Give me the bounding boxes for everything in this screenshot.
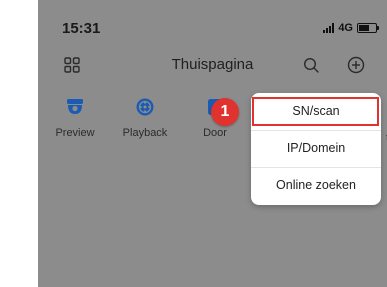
status-time: 15:31 <box>62 20 101 37</box>
page-title: Thuispagina <box>171 56 254 73</box>
status-bar: 15:31 4G <box>38 0 387 44</box>
top-nav-bar: Thuispagina <box>38 48 387 82</box>
quick-action-label: Door <box>203 127 227 139</box>
plus-circle-icon[interactable] <box>347 56 365 74</box>
step-badge: 1 <box>211 98 239 126</box>
add-device-menu: SN/scan IP/Domein Online zoeken <box>251 93 381 205</box>
status-indicators: 4G <box>323 22 379 34</box>
signal-icon <box>323 23 335 33</box>
playback-icon <box>136 98 154 116</box>
quick-action-preview[interactable]: Preview <box>40 97 110 139</box>
menu-item-sn-scan[interactable]: SN/scan <box>251 93 381 131</box>
network-label: 4G <box>338 22 353 34</box>
quick-action-label: Playback <box>122 127 168 139</box>
battery-fill <box>359 25 369 31</box>
menu-item-ip-domein[interactable]: IP/Domein <box>251 130 381 168</box>
phone-screen: 15:31 4G Thuispagina Preview Playback Do… <box>38 0 387 287</box>
menu-item-online-zoeken[interactable]: Online zoeken <box>251 167 381 204</box>
camera-icon <box>67 99 83 114</box>
quick-action-label: Preview <box>55 127 95 139</box>
battery-icon <box>357 23 379 33</box>
quick-action-playback[interactable]: Playback <box>110 97 180 139</box>
search-icon[interactable] <box>303 57 319 73</box>
